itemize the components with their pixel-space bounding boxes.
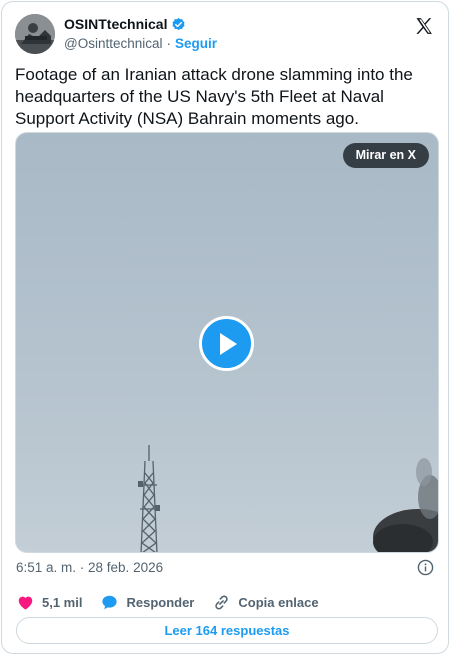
- copy-link-button[interactable]: Copia enlace: [212, 593, 319, 612]
- heart-icon: [18, 596, 33, 610]
- separator-dot: ·: [166, 36, 172, 51]
- read-replies-button[interactable]: Leer 164 respuestas: [16, 617, 438, 644]
- smoke-plume: [373, 458, 438, 552]
- info-icon[interactable]: [417, 559, 434, 576]
- like-count: 5,1 mil: [42, 594, 83, 610]
- avatar-image: [15, 14, 55, 54]
- reply-button[interactable]: Responder: [100, 593, 194, 612]
- radio-tower: [138, 445, 160, 552]
- author-handle[interactable]: @Osinttechnical: [64, 36, 163, 51]
- reply-bubble-icon: [102, 595, 118, 609]
- like-button[interactable]: 5,1 mil: [16, 593, 82, 612]
- tweet-actions: 5,1 mil Responder Copia enlace: [16, 592, 337, 612]
- play-icon[interactable]: [199, 316, 254, 371]
- author-avatar[interactable]: [15, 14, 55, 54]
- watch-on-x-button[interactable]: Mirar en X: [342, 143, 429, 168]
- copy-link-label: Copia enlace: [238, 594, 319, 610]
- follow-button[interactable]: Seguir: [175, 36, 217, 51]
- tweet-timestamp[interactable]: 6:51 a. m. · 28 feb. 2026: [16, 560, 163, 575]
- author-name-row: OSINTtechnical: [64, 16, 186, 32]
- verified-badge-icon: [171, 17, 186, 32]
- link-icon: [215, 595, 229, 609]
- video-player[interactable]: Mirar en X: [15, 132, 439, 553]
- author-name[interactable]: OSINTtechnical: [64, 16, 167, 32]
- tweet-text: Footage of an Iranian attack drone slamm…: [15, 65, 413, 128]
- reply-label: Responder: [126, 594, 195, 610]
- author-handle-row: @Osinttechnical · Seguir: [64, 36, 217, 51]
- tweet-card: OSINTtechnical @Osinttechnical · Seguir …: [1, 1, 449, 654]
- x-logo-icon[interactable]: [414, 16, 434, 36]
